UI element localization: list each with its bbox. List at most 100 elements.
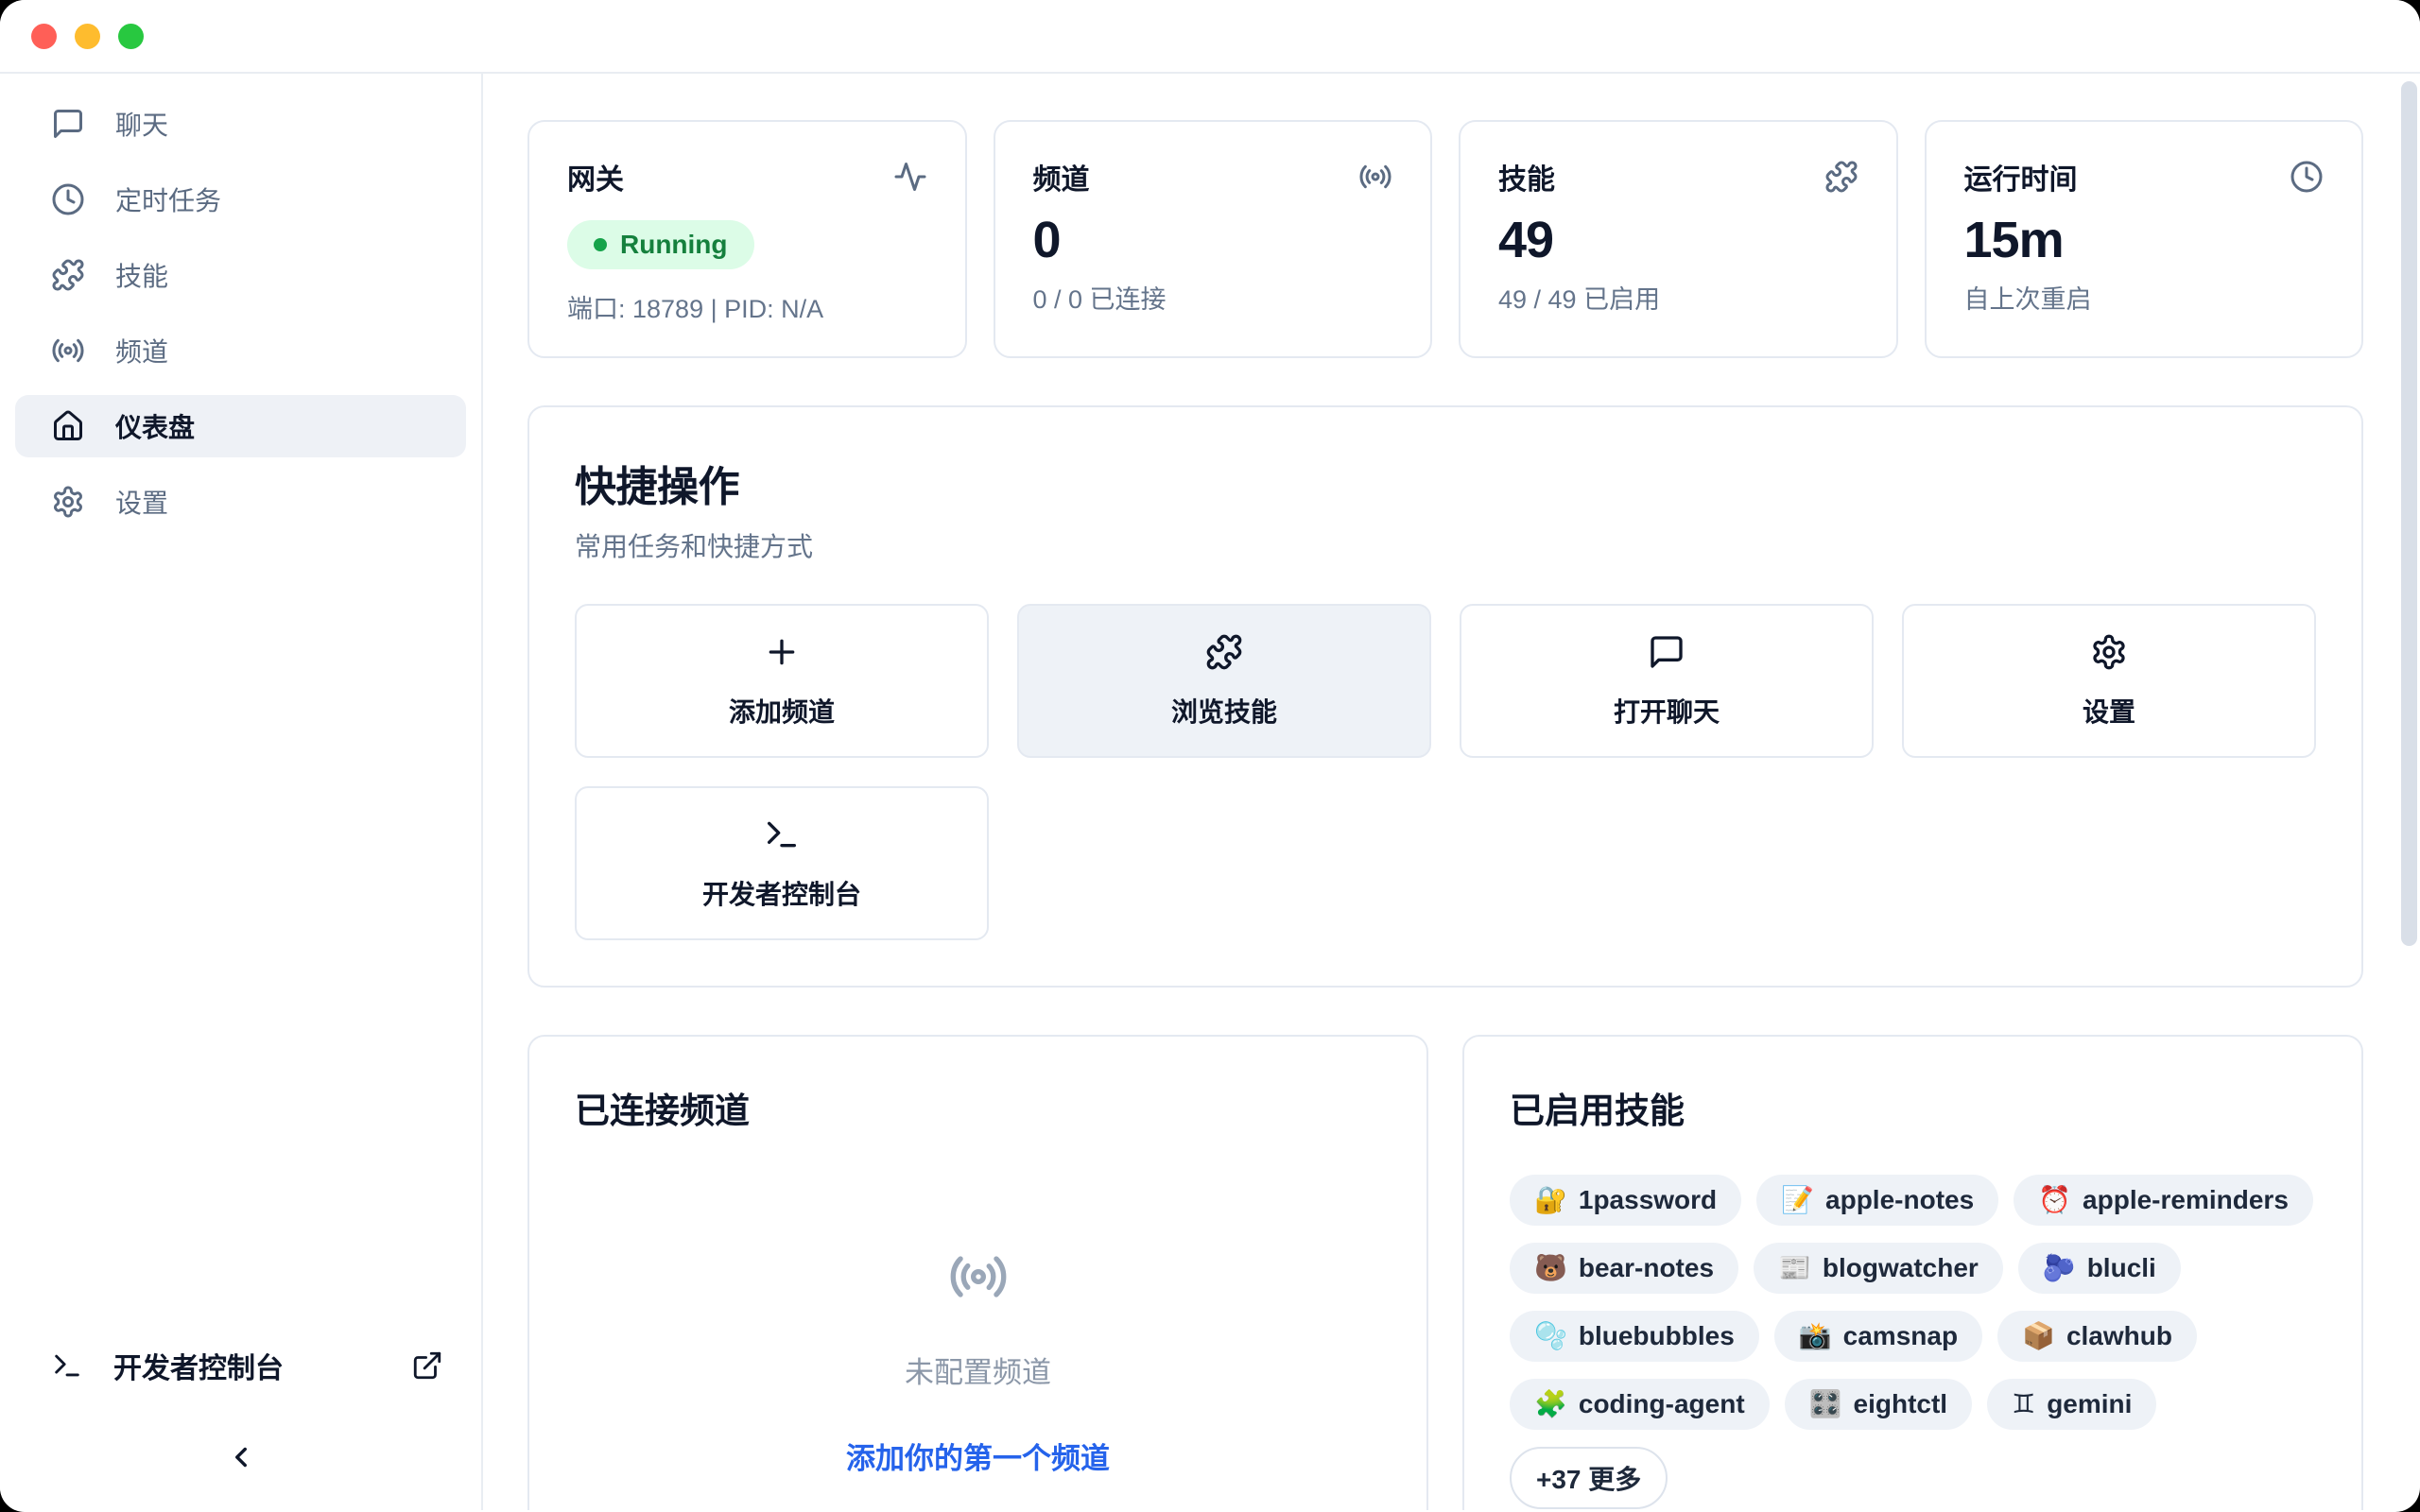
skill-chip[interactable]: 📦clawhub [1997, 1311, 2197, 1362]
scrollbar-thumb[interactable] [2401, 81, 2417, 946]
minimize-button[interactable] [75, 24, 100, 49]
dev-console-link[interactable]: 开发者控制台 [15, 1334, 466, 1397]
sidebar-item-label: 技能 [115, 256, 168, 294]
chat-bubble-icon [1648, 633, 1685, 671]
dev-console-label: 开发者控制台 [113, 1345, 284, 1386]
close-button[interactable] [31, 24, 57, 49]
skill-chip[interactable]: 🐻 bear-notes [1510, 1243, 1738, 1294]
settings-button[interactable]: 设置 [1902, 604, 2316, 758]
skill-emoji: 🧩 [1534, 1391, 1567, 1418]
skill-emoji: 🔐 [1534, 1187, 1567, 1213]
skill-label: apple-reminders [2083, 1185, 2289, 1215]
skill-emoji: ♊ [2012, 1391, 2035, 1418]
terminal-icon [763, 816, 801, 853]
skill-label: eightctl [1854, 1389, 1948, 1419]
dev-console-button[interactable]: 开发者控制台 [575, 786, 989, 940]
plus-icon [763, 633, 801, 671]
stat-card-channels: 频道 0 0 / 0 已连接 [994, 120, 1433, 358]
skill-label: bear-notes [1579, 1253, 1714, 1283]
action-label: 浏览技能 [1171, 692, 1277, 730]
stat-card-gateway: 网关 Running 端口: 18789 | PID: N/A [527, 120, 967, 358]
sidebar-collapse-button[interactable] [215, 1431, 268, 1484]
chevron-left-icon [225, 1441, 257, 1473]
sidebar-item-settings[interactable]: 设置 [15, 471, 466, 533]
skill-chip[interactable]: 📝 apple-notes [1756, 1175, 1998, 1226]
browse-skills-button[interactable]: 浏览技能 [1017, 604, 1431, 758]
skill-label: blogwatcher [1823, 1253, 1979, 1283]
clock-icon [2290, 160, 2324, 194]
open-chat-button[interactable]: 打开聊天 [1460, 604, 1874, 758]
sidebar-item-dashboard[interactable]: 仪表盘 [15, 395, 466, 457]
skill-emoji: 📝 [1781, 1187, 1814, 1213]
skill-label: blucli [2087, 1253, 2156, 1283]
add-channel-button[interactable]: 添加频道 [575, 604, 989, 758]
skill-chip[interactable]: 🔐 1password [1510, 1175, 1741, 1226]
stat-detail: 0 / 0 已连接 [1033, 279, 1393, 316]
sidebar-item-chat[interactable]: 聊天 [15, 93, 466, 155]
action-label: 添加频道 [729, 692, 835, 730]
skill-chip[interactable]: 📰blogwatcher [1754, 1243, 2003, 1294]
sidebar-item-label: 聊天 [115, 105, 168, 143]
skill-emoji: 📸 [1799, 1323, 1832, 1349]
add-first-channel-link[interactable]: 添加你的第一个频道 [846, 1435, 1110, 1477]
titlebar [0, 0, 2420, 74]
sidebar-item-channels[interactable]: 频道 [15, 319, 466, 382]
skill-chip[interactable]: 📸 camsnap [1774, 1311, 1982, 1362]
action-label: 开发者控制台 [702, 874, 861, 912]
skill-chips: 🔐 1password 📝 apple-notes ⏰apple-reminders… [1510, 1175, 2316, 1509]
stat-card-uptime: 运行时间 15m 自上次重启 [1925, 120, 2364, 358]
skill-label: camsnap [1843, 1321, 1958, 1351]
quick-actions-title: 快捷操作 [575, 453, 2316, 513]
gear-icon [2090, 633, 2128, 671]
puzzle-icon [1824, 160, 1858, 194]
zoom-button[interactable] [118, 24, 144, 49]
bottom-panels: 已连接频道 未配置频道 添加你的第一个频道 已启用技能 🔐1password 📝… [527, 1035, 2363, 1510]
skill-chip[interactable]: ⏰apple-reminders [2014, 1175, 2313, 1226]
skill-label: gemini [2047, 1389, 2132, 1419]
connected-channels-panel: 已连接频道 未配置频道 添加你的第一个频道 [527, 1035, 1428, 1510]
sidebar-item-scheduled-tasks[interactable]: 定时任务 [15, 168, 466, 231]
sidebar-footer: 开发者控制台 [15, 1334, 466, 1484]
puzzle-icon [1205, 633, 1243, 671]
external-link-icon[interactable] [411, 1349, 443, 1382]
quick-actions-subtitle: 常用任务和快捷方式 [575, 526, 2316, 564]
skill-label: bluebubbles [1579, 1321, 1735, 1351]
app-window: 聊天 定时任务 技能 频道 仪表盘 设置 [0, 0, 2420, 1512]
skill-label: apple-notes [1825, 1185, 1974, 1215]
terminal-icon [51, 1349, 83, 1382]
stat-value: 0 [1033, 211, 1393, 269]
quick-actions-grid: 添加频道 浏览技能 打开聊天 设置 [575, 604, 2316, 940]
stats-row: 网关 Running 端口: 18789 | PID: N/A 频道 [527, 120, 2363, 358]
sidebar-item-label: 频道 [115, 332, 168, 369]
stat-title: 技能 [1498, 156, 1555, 198]
gear-icon [51, 485, 85, 519]
skill-emoji: 🎛️ [1809, 1391, 1842, 1418]
stat-detail: 自上次重启 [1964, 279, 2325, 316]
skill-chip[interactable]: 🎛️ eightctl [1785, 1379, 1972, 1430]
empty-channels-text: 未配置频道 [905, 1349, 1051, 1391]
action-label: 设置 [2083, 692, 2135, 730]
skill-chip[interactable]: ♊ gemini [1987, 1379, 2156, 1430]
puzzle-icon [51, 258, 85, 292]
stat-title: 网关 [567, 156, 624, 198]
sidebar-item-skills[interactable]: 技能 [15, 244, 466, 306]
stat-detail: 端口: 18789 | PID: N/A [567, 288, 927, 325]
more-skills-chip[interactable]: +37 更多 [1510, 1447, 1668, 1509]
traffic-lights [31, 24, 144, 49]
skill-emoji: 📦 [2022, 1323, 2055, 1349]
activity-icon [893, 160, 927, 194]
radio-icon [51, 334, 85, 368]
skill-label: 1password [1579, 1185, 1717, 1215]
status-badge: Running [567, 220, 754, 269]
status-dot [594, 238, 607, 251]
status-label: Running [620, 230, 728, 260]
stat-value: 49 [1498, 211, 1858, 269]
skill-chip[interactable]: 🧩coding-agent [1510, 1379, 1770, 1430]
action-label: 打开聊天 [1614, 692, 1720, 730]
skill-chip[interactable]: 🫐blucli [2018, 1243, 2181, 1294]
channels-empty-state: 未配置频道 添加你的第一个频道 [575, 1246, 1381, 1477]
skill-emoji: 🐻 [1534, 1255, 1567, 1281]
skill-emoji: 🫧 [1534, 1323, 1567, 1349]
sidebar: 聊天 定时任务 技能 频道 仪表盘 设置 [0, 74, 483, 1510]
skill-chip[interactable]: 🫧 bluebubbles [1510, 1311, 1759, 1362]
